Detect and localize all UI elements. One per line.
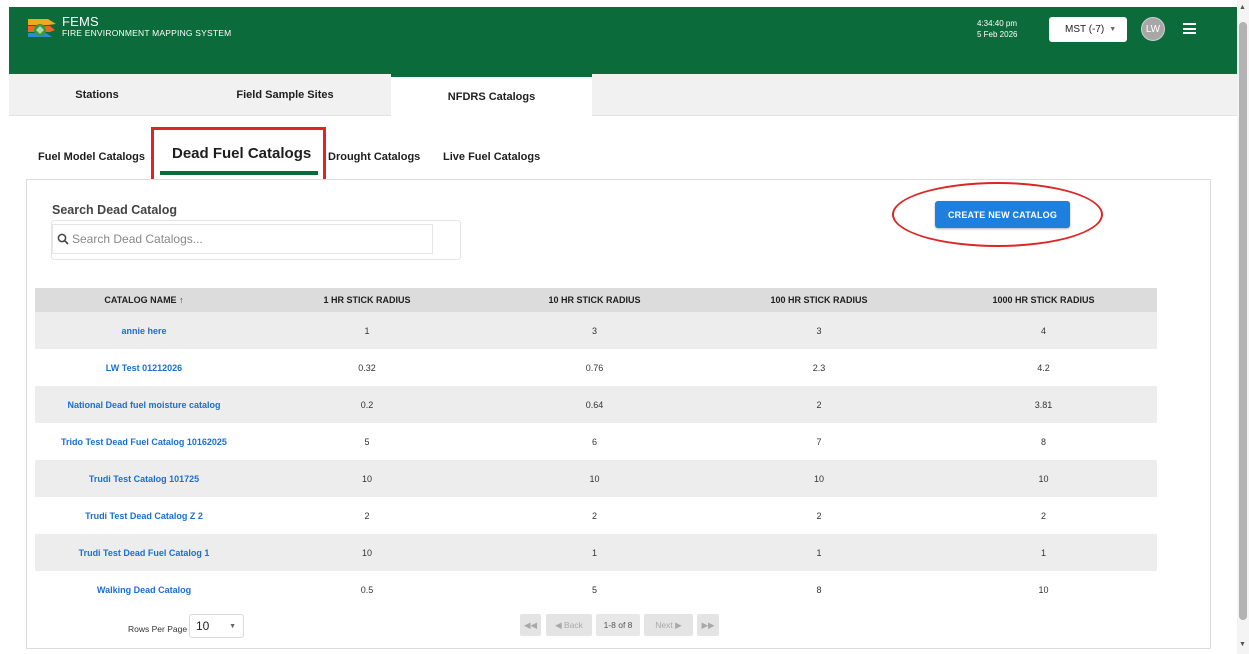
cell-1hr: 10 [361, 547, 372, 558]
catalog-name-link[interactable]: National Dead fuel moisture catalog [35, 400, 253, 410]
catalog-name-link[interactable]: Trido Test Dead Fuel Catalog 10162025 [35, 437, 253, 447]
cell-10hr: 1 [591, 547, 597, 558]
cell-100hr: 7 [816, 436, 822, 447]
first-page-button[interactable]: ◀◀ [520, 614, 541, 636]
chevron-down-icon: ▼ [1109, 26, 1117, 33]
search-icon [57, 233, 69, 245]
cell-100hr: 2.3 [812, 362, 826, 373]
table-header: CATALOG NAME ↑ 1 HR STICK RADIUS 10 HR S… [35, 288, 1157, 312]
catalog-name-link[interactable]: annie here [35, 326, 253, 336]
subtab-fuel-model-catalogs[interactable]: Fuel Model Catalogs [38, 151, 145, 163]
cell-10hr: 6 [591, 436, 597, 447]
annotation-oval [892, 182, 1103, 247]
clock-date: 5 Feb 2026 [977, 30, 1018, 39]
rows-per-page-select[interactable]: 10 ▼ [189, 614, 244, 638]
rows-per-page-value: 10 [196, 619, 210, 633]
table-row: Trudi Test Dead Catalog Z 2 2 2 2 2 [35, 497, 1157, 534]
cell-1hr: 0.5 [360, 584, 374, 595]
hamburger-icon[interactable] [1183, 23, 1196, 34]
column-header-100hr[interactable]: 100 HR STICK RADIUS [708, 295, 930, 305]
tab-nfdrs-catalogs[interactable]: NFDRS Catalogs [391, 74, 592, 117]
cell-1000hr: 10 [1038, 584, 1049, 595]
catalog-name-link[interactable]: Trudi Test Catalog 101725 [35, 474, 253, 484]
chevron-down-icon: ▼ [229, 622, 236, 630]
rows-per-page-label: Rows Per Page [128, 624, 188, 634]
table-row: Trudi Test Dead Fuel Catalog 1 10 1 1 1 [35, 534, 1157, 571]
column-header-catalog-name[interactable]: CATALOG NAME ↑ [35, 295, 253, 305]
brand: FEMS FIRE ENVIRONMENT MAPPING SYSTEM [62, 15, 231, 38]
table-row: LW Test 01212026 0.32 0.76 2.3 4.2 [35, 349, 1157, 386]
last-page-button[interactable]: ▶▶ [697, 614, 719, 636]
sort-arrow-icon: ↑ [179, 295, 184, 305]
cell-100hr: 2 [816, 399, 822, 410]
column-header-1000hr[interactable]: 1000 HR STICK RADIUS [930, 295, 1157, 305]
catalog-table: CATALOG NAME ↑ 1 HR STICK RADIUS 10 HR S… [35, 288, 1157, 608]
cell-10hr: 2 [591, 510, 597, 521]
table-body: annie here 1 3 3 4 LW Test 01212026 0.32… [35, 312, 1157, 608]
tab-stations[interactable]: Stations [19, 74, 175, 116]
cell-1hr: 5 [364, 436, 370, 447]
app-header: FEMS FIRE ENVIRONMENT MAPPING SYSTEM 4:3… [9, 7, 1237, 74]
fems-logo-icon[interactable] [26, 16, 58, 40]
back-button[interactable]: ◀ Back [546, 614, 592, 636]
scroll-down-icon[interactable]: ▼ [1239, 641, 1246, 648]
cell-100hr: 1 [816, 547, 822, 558]
tab-field-sample-sites[interactable]: Field Sample Sites [185, 74, 385, 116]
cell-100hr: 3 [816, 325, 822, 336]
table-row: Trudi Test Catalog 101725 10 10 10 10 [35, 460, 1157, 497]
cell-1000hr: 3.81 [1034, 399, 1053, 410]
cell-10hr: 5 [591, 584, 597, 595]
cell-10hr: 10 [589, 473, 600, 484]
scroll-up-icon[interactable]: ▲ [1239, 4, 1246, 11]
cell-1hr: 10 [361, 473, 372, 484]
cell-10hr: 0.64 [585, 399, 604, 410]
next-button[interactable]: Next ▶ [644, 614, 693, 636]
app-subtitle: FIRE ENVIRONMENT MAPPING SYSTEM [62, 28, 232, 38]
timezone-value: MST (-7) [1065, 24, 1105, 35]
catalog-name-link[interactable]: LW Test 01212026 [35, 363, 253, 373]
catalog-name-link[interactable]: Trudi Test Dead Catalog Z 2 [35, 511, 253, 521]
clock: 4:34:40 pm 5 Feb 2026 [977, 18, 1017, 40]
cell-100hr: 8 [816, 584, 822, 595]
catalog-name-link[interactable]: Walking Dead Catalog [35, 585, 253, 595]
cell-10hr: 0.76 [585, 362, 604, 373]
table-row: National Dead fuel moisture catalog 0.2 … [35, 386, 1157, 423]
catalog-name-link[interactable]: Trudi Test Dead Fuel Catalog 1 [35, 548, 253, 558]
annotation-box [151, 127, 326, 184]
cell-1hr: 2 [364, 510, 370, 521]
cell-1000hr: 2 [1040, 510, 1046, 521]
cell-1000hr: 4.2 [1037, 362, 1050, 373]
scrollbar-thumb[interactable] [1239, 22, 1247, 620]
cell-1000hr: 8 [1040, 436, 1046, 447]
search-field [52, 224, 433, 254]
cell-1hr: 0.2 [360, 399, 374, 410]
subtab-drought-catalogs[interactable]: Drought Catalogs [328, 151, 420, 163]
top-tab-bar: Stations Field Sample Sites NFDRS Catalo… [9, 74, 1237, 117]
catalog-name-header-label: CATALOG NAME [104, 295, 177, 305]
cell-1hr: 1 [364, 325, 370, 336]
column-header-10hr[interactable]: 10 HR STICK RADIUS [481, 295, 708, 305]
cell-1000hr: 10 [1038, 473, 1049, 484]
clock-time: 4:34:40 pm [977, 19, 1018, 28]
search-label: Search Dead Catalog [52, 203, 178, 217]
cell-100hr: 2 [816, 510, 822, 521]
search-input[interactable] [72, 232, 422, 246]
timezone-select[interactable]: MST (-7) ▼ [1049, 17, 1127, 42]
cell-10hr: 3 [591, 325, 597, 336]
avatar[interactable]: LW [1141, 17, 1165, 41]
subtab-live-fuel-catalogs[interactable]: Live Fuel Catalogs [443, 151, 540, 163]
page-info: 1-8 of 8 [596, 614, 640, 636]
column-header-1hr[interactable]: 1 HR STICK RADIUS [253, 295, 481, 305]
table-row: annie here 1 3 3 4 [35, 312, 1157, 349]
cell-100hr: 10 [813, 473, 824, 484]
cell-1000hr: 4 [1040, 325, 1046, 336]
app-window: FEMS FIRE ENVIRONMENT MAPPING SYSTEM 4:3… [0, 0, 1249, 654]
table-row: Walking Dead Catalog 0.5 5 8 10 [35, 571, 1157, 608]
cell-1hr: 0.32 [358, 362, 376, 373]
table-row: Trido Test Dead Fuel Catalog 10162025 5 … [35, 423, 1157, 460]
cell-1000hr: 1 [1040, 547, 1046, 558]
app-title: FEMS [62, 14, 99, 29]
